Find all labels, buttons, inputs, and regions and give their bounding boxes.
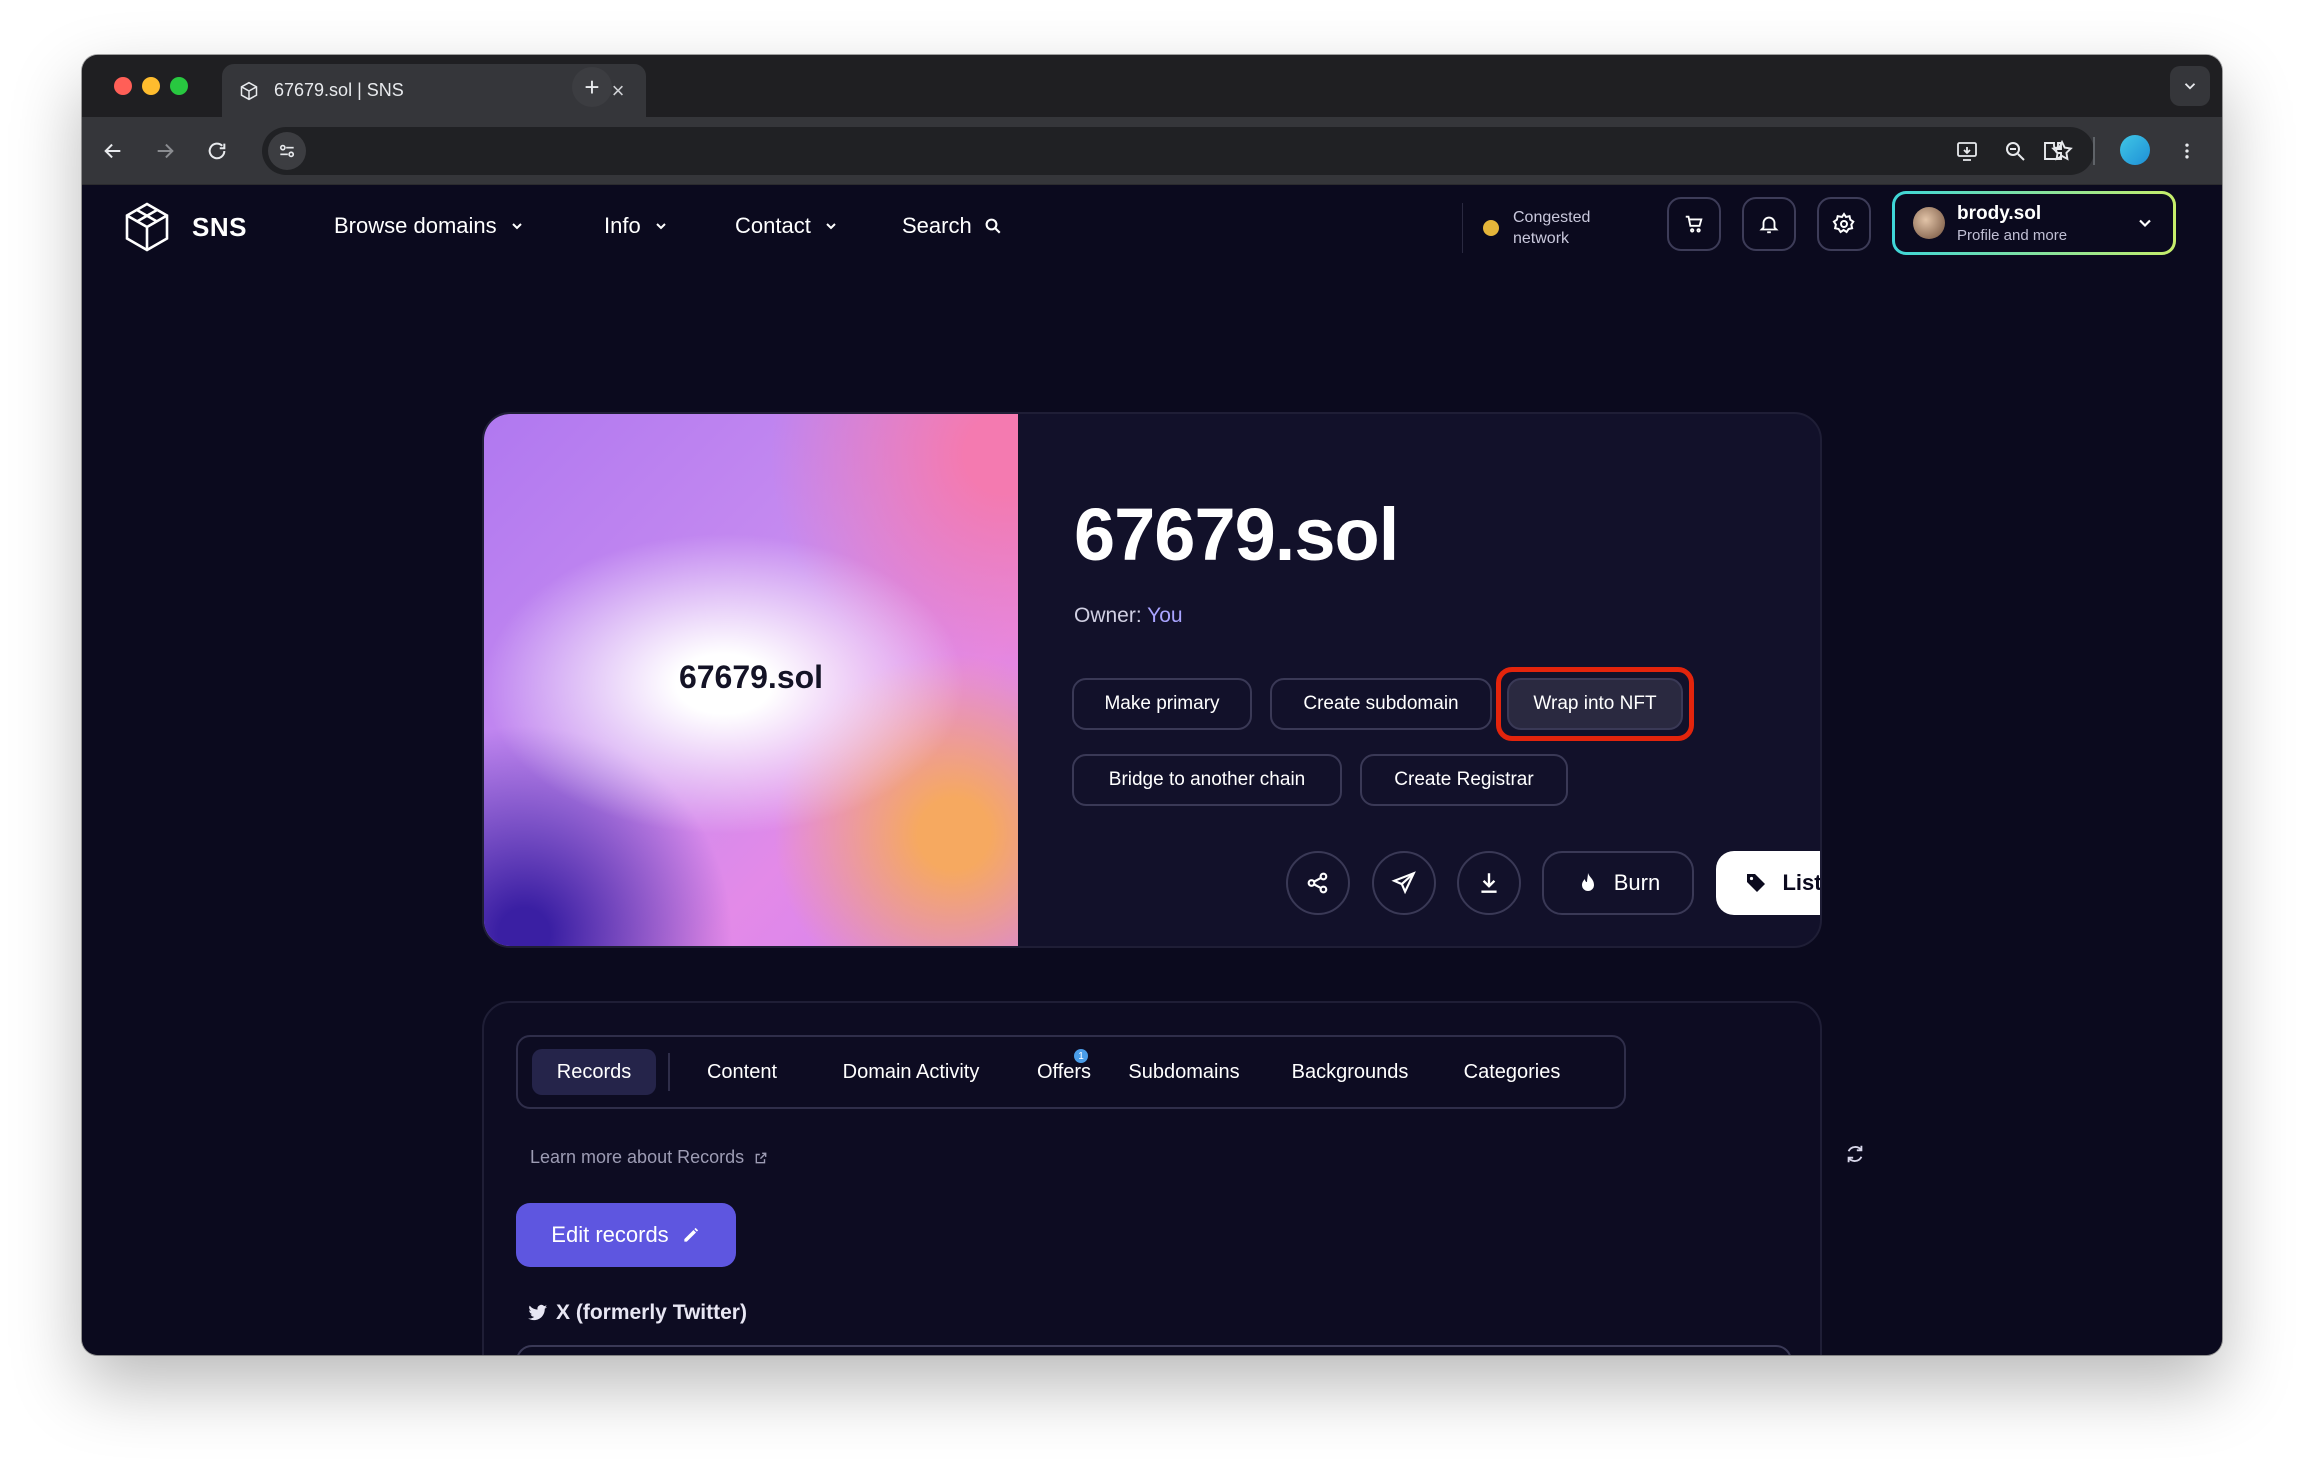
tab-categories[interactable]: Categories: [1442, 1049, 1582, 1095]
burn-label: Burn: [1613, 870, 1661, 895]
learn-more-label: Learn more about Records: [530, 1147, 745, 1167]
browser-toolbar: [82, 117, 2222, 185]
owner-label: Owner:: [1074, 604, 1148, 627]
x-record-label: X (formerly Twitter): [528, 1301, 747, 1325]
domain-card: 67679.sol 67679.sol Owner: You Make prim…: [482, 412, 1822, 948]
search-icon: [985, 218, 1001, 234]
network-status: Congested network: [1462, 203, 1590, 253]
address-bar[interactable]: [262, 127, 2094, 175]
user-avatar: [1913, 207, 1945, 239]
browser-profile-avatar[interactable]: [2120, 135, 2150, 165]
sns-logo[interactable]: SNS: [124, 202, 247, 252]
refresh-button[interactable]: [1844, 1143, 1866, 1170]
nav-info-label: Info: [604, 213, 641, 238]
browser-menu-icon[interactable]: [2170, 134, 2204, 168]
nav-browse-domains[interactable]: Browse domains: [334, 213, 525, 239]
back-arrow-icon[interactable]: [96, 134, 130, 168]
chevron-down-icon: [826, 223, 836, 230]
tab-strip: 67679.sol | SNS × +: [82, 55, 2222, 117]
nav-search[interactable]: Search: [902, 213, 1002, 239]
minimize-window-button[interactable]: [142, 77, 160, 95]
nav-contact[interactable]: Contact: [735, 213, 839, 239]
refresh-icon: [1847, 1145, 1863, 1163]
settings-button[interactable]: [1817, 197, 1871, 251]
sns-favicon-icon: [238, 80, 260, 102]
tab-content[interactable]: Content: [680, 1049, 804, 1095]
site-settings-icon[interactable]: [268, 132, 306, 170]
page-content: SNS Browse domains Info Contact Search C…: [82, 185, 2222, 1355]
network-status-text: Congested network: [1513, 209, 1591, 247]
x-record-title: X (formerly Twitter): [556, 1301, 747, 1324]
domain-artwork: 67679.sol: [484, 414, 1018, 946]
share-button[interactable]: [1286, 851, 1350, 915]
tab-search-button[interactable]: [2170, 66, 2210, 106]
sns-logo-icon: [125, 202, 169, 252]
reload-icon[interactable]: [200, 134, 234, 168]
list-label: List: [1782, 870, 1822, 895]
send-icon: [1391, 871, 1416, 895]
tab-divider: [668, 1053, 670, 1091]
learn-more-link[interactable]: Learn more about Records: [530, 1147, 768, 1168]
make-primary-button[interactable]: Make primary: [1072, 678, 1252, 730]
nav-browse-domains-label: Browse domains: [334, 213, 497, 238]
maximize-window-button[interactable]: [170, 77, 188, 95]
gear-icon: [1832, 212, 1855, 234]
profile-menu-button[interactable]: brody.sol Profile and more: [1892, 191, 2176, 255]
pencil-icon: [684, 1227, 698, 1242]
profile-name: brody.sol: [1957, 202, 2042, 224]
extensions-icon[interactable]: [2036, 134, 2070, 168]
download-button[interactable]: [1457, 851, 1521, 915]
domain-artwork-label: 67679.sol: [678, 659, 824, 695]
network-status-dot: [1483, 220, 1499, 236]
highlight-annotation: [1496, 667, 1694, 741]
cart-button[interactable]: [1667, 197, 1721, 251]
notifications-button[interactable]: [1742, 197, 1796, 251]
tab-offers[interactable]: Offers: [1022, 1049, 1106, 1095]
tab-title: 67679.sol | SNS: [274, 80, 404, 100]
browser-window: 67679.sol | SNS × + SNS Browse domains I…: [82, 55, 2222, 1355]
create-registrar-button[interactable]: Create Registrar: [1360, 754, 1568, 806]
create-subdomain-button[interactable]: Create subdomain: [1270, 678, 1492, 730]
records-tabs: Records Content Domain Activity Offers 1…: [516, 1035, 1626, 1109]
tab-records[interactable]: Records: [532, 1049, 656, 1095]
nav-contact-label: Contact: [735, 213, 811, 238]
tag-icon: [1747, 874, 1766, 892]
records-section: Records Content Domain Activity Offers 1…: [482, 1001, 1863, 1355]
cart-icon: [1685, 215, 1703, 233]
forward-arrow-icon[interactable]: [148, 134, 182, 168]
x-record-field[interactable]: [516, 1345, 1792, 1355]
domain-title: 67679.sol: [1074, 493, 1399, 576]
offers-badge: 1: [1072, 1047, 1090, 1065]
top-nav: SNS Browse domains Info Contact Search C…: [82, 185, 2222, 265]
twitter-bird-icon: [528, 1304, 548, 1321]
edit-records-label: Edit records: [551, 1222, 669, 1247]
transfer-button[interactable]: [1372, 851, 1436, 915]
brand-name: SNS: [192, 211, 247, 242]
flame-icon: [1581, 873, 1594, 891]
chevron-down-icon: [511, 223, 522, 230]
tab-domain-activity[interactable]: Domain Activity: [814, 1049, 1008, 1095]
bridge-chain-button[interactable]: Bridge to another chain: [1072, 754, 1342, 806]
edit-records-button[interactable]: Edit records: [516, 1203, 736, 1267]
burn-button[interactable]: Burn: [1542, 851, 1694, 915]
nav-search-label: Search: [902, 213, 972, 238]
chevron-down-icon: [655, 223, 666, 230]
close-window-button[interactable]: [114, 77, 132, 95]
share-icon: [1307, 872, 1328, 894]
tab-backgrounds[interactable]: Backgrounds: [1270, 1049, 1430, 1095]
download-icon: [1481, 873, 1497, 893]
install-app-icon[interactable]: [1950, 134, 1984, 168]
toolbar-separator: [2093, 137, 2095, 165]
nav-info[interactable]: Info: [604, 213, 669, 239]
owner-link[interactable]: You: [1147, 604, 1182, 627]
domain-owner: Owner: You: [1074, 604, 1183, 628]
list-button[interactable]: List: [1716, 851, 1822, 915]
new-tab-button[interactable]: +: [572, 67, 612, 107]
tab-subdomains[interactable]: Subdomains: [1114, 1049, 1254, 1095]
chevron-down-icon: [2139, 219, 2151, 228]
profile-subtitle: Profile and more: [1957, 226, 2068, 244]
bell-icon: [1759, 216, 1779, 234]
zoom-icon[interactable]: [1998, 134, 2032, 168]
external-link-icon: [755, 1152, 767, 1163]
